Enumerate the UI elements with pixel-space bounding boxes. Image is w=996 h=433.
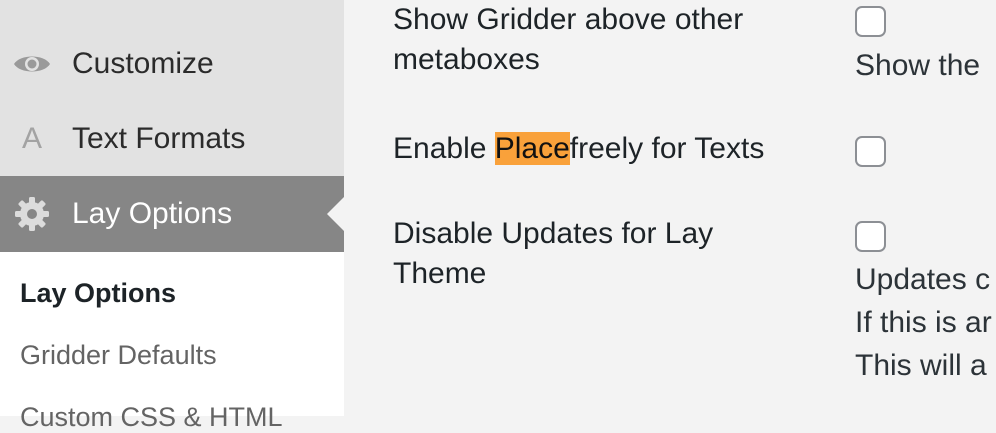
sidebar-submenu: Lay Options Gridder Defaults Custom CSS … [0,252,344,432]
disable-updates-description-line: This will a [855,349,987,382]
submenu-item-custom-css-html[interactable]: Custom CSS & HTML [20,402,283,433]
disable-updates-label: Disable Updates for Lay Theme [393,217,714,290]
disable-updates-checkbox[interactable] [855,221,886,252]
placefreely-label: Enable Placefreely for Texts [393,132,765,165]
sidebar-item-label: Text Formats [72,122,246,155]
admin-sidebar: Customize A Text Formats Lay Options Lay [0,0,344,432]
sidebar-item-lay-options[interactable]: Lay Options [0,176,344,252]
submenu-item-lay-options[interactable]: Lay Options [20,278,176,309]
sidebar-item-text-formats[interactable]: A Text Formats [0,101,344,177]
gear-icon [10,192,54,236]
disable-updates-description-line: If this is ar [855,306,992,339]
gridder-above-description: Show the [855,49,981,82]
eye-icon [10,42,54,86]
active-indicator [327,197,344,231]
submenu-item-gridder-defaults[interactable]: Gridder Defaults [20,340,217,371]
placefreely-checkbox[interactable] [855,136,886,167]
search-highlight: Place [494,132,570,165]
gridder-above-checkbox[interactable] [855,6,886,37]
sidebar-item-label: Customize [72,47,214,80]
disable-updates-description-line: Updates c [855,263,991,296]
letter-a-icon: A [21,122,42,155]
gridder-above-label: Show Gridder above other metaboxes [393,3,744,76]
sidebar-item-label: Lay Options [72,197,233,230]
sidebar-item-customize[interactable]: Customize [0,26,344,102]
